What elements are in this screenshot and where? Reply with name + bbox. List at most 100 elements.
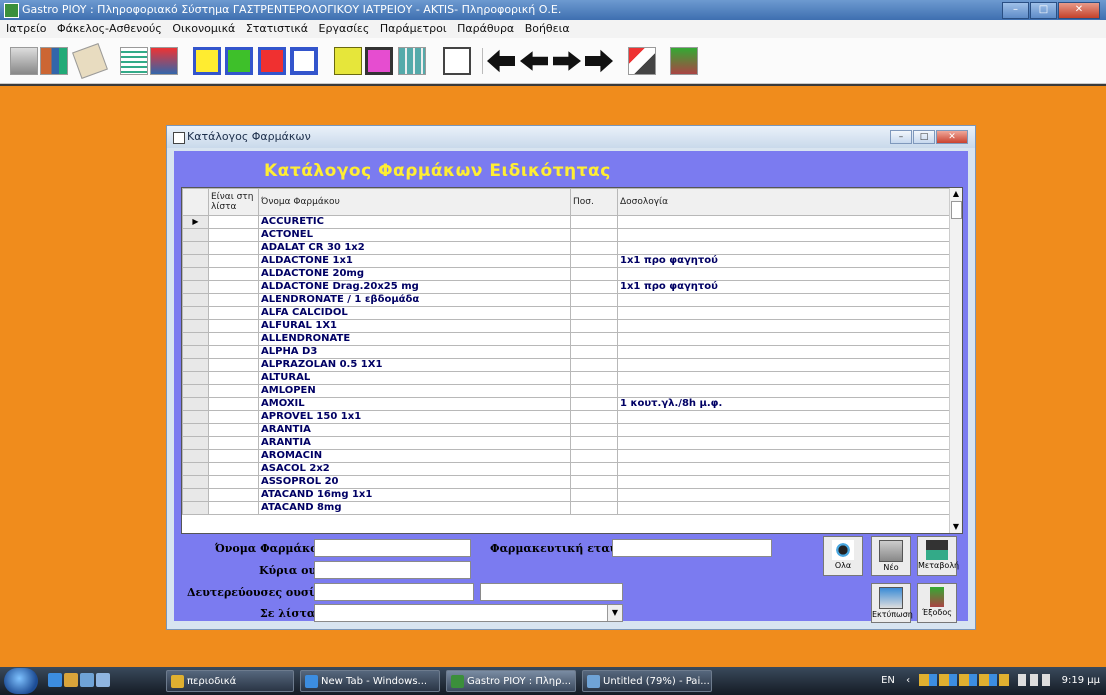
table-row[interactable]: ▶ ACCURETIC xyxy=(182,215,951,229)
clinic-icon[interactable] xyxy=(150,47,178,75)
drug-name-cell[interactable]: APROVEL 150 1x1 xyxy=(258,410,571,424)
quantity-cell[interactable] xyxy=(570,410,618,424)
start-button[interactable] xyxy=(4,668,38,694)
quantity-cell[interactable] xyxy=(570,228,618,242)
quantity-cell[interactable] xyxy=(570,280,618,294)
dosage-cell[interactable] xyxy=(617,306,951,320)
in-list-cell[interactable] xyxy=(208,410,259,424)
menu-item-parameters[interactable]: Παράμετροι xyxy=(380,22,447,35)
switch-windows-quicklaunch-icon[interactable] xyxy=(96,673,110,687)
media-quicklaunch-icon[interactable] xyxy=(64,673,78,687)
quantity-cell[interactable] xyxy=(570,306,618,320)
dosage-cell[interactable] xyxy=(617,293,951,307)
show-all-button[interactable]: Ολα xyxy=(823,536,863,576)
column-header-dosage[interactable]: Δοσολογία xyxy=(617,188,951,216)
in-list-cell[interactable] xyxy=(208,228,259,242)
table-row[interactable]: ACTONEL xyxy=(182,228,951,242)
arrow-last-icon[interactable] xyxy=(585,49,613,73)
in-list-cell[interactable] xyxy=(208,371,259,385)
dosage-cell[interactable] xyxy=(617,228,951,242)
chevron-down-icon[interactable]: ▼ xyxy=(607,605,622,621)
dosage-cell[interactable] xyxy=(617,449,951,463)
maximize-button[interactable]: □ xyxy=(1030,2,1057,19)
quantity-cell[interactable] xyxy=(570,475,618,489)
menu-item-statistics[interactable]: Στατιστικά xyxy=(246,22,308,35)
table-row[interactable]: ALPRAZOLAN 0.5 1X1 xyxy=(182,358,951,372)
table-row[interactable]: ALDACTONE Drag.20x25 mg 1x1 προ φαγητού xyxy=(182,280,951,294)
quantity-cell[interactable] xyxy=(570,215,618,229)
taskbar-item-gastro[interactable]: Gastro PIOY : Πληρ... xyxy=(446,670,576,692)
in-list-cell[interactable] xyxy=(208,384,259,398)
tray-icons[interactable] xyxy=(919,674,1010,686)
drug-name-cell[interactable]: ALLENDRONATE xyxy=(258,332,571,346)
in-list-cell[interactable] xyxy=(208,449,259,463)
company-field[interactable] xyxy=(612,539,772,557)
edit-button[interactable]: Μεταβολή xyxy=(917,536,959,576)
in-list-cell[interactable] xyxy=(208,501,259,515)
in-list-cell[interactable] xyxy=(208,397,259,411)
dosage-cell[interactable] xyxy=(617,358,951,372)
in-list-cell[interactable] xyxy=(208,280,259,294)
menu-item-help[interactable]: Βοήθεια xyxy=(525,22,570,35)
dosage-cell[interactable] xyxy=(617,345,951,359)
dosage-cell[interactable] xyxy=(617,410,951,424)
in-list-cell[interactable] xyxy=(208,293,259,307)
table-row[interactable]: ALLENDRONATE xyxy=(182,332,951,346)
grid-vertical-scrollbar[interactable]: ▲ ▼ xyxy=(949,188,962,533)
column-header-in-list[interactable]: Είναι στη λίστα xyxy=(208,188,259,216)
quantity-cell[interactable] xyxy=(570,423,618,437)
new-button[interactable]: Νέο xyxy=(871,536,911,576)
in-list-cell[interactable] xyxy=(208,345,259,359)
menu-item-patient-file[interactable]: Φάκελος-Ασθενούς xyxy=(57,22,162,35)
dosage-cell[interactable] xyxy=(617,384,951,398)
in-list-cell[interactable] xyxy=(208,241,259,255)
menu-item-windows[interactable]: Παράθυρα xyxy=(457,22,514,35)
in-list-cell[interactable] xyxy=(208,254,259,268)
patients-icon[interactable] xyxy=(40,47,68,75)
quantity-cell[interactable] xyxy=(570,345,618,359)
quantity-cell[interactable] xyxy=(570,384,618,398)
dosage-cell[interactable] xyxy=(617,475,951,489)
quantity-cell[interactable] xyxy=(570,241,618,255)
in-list-cell[interactable] xyxy=(208,462,259,476)
dosage-cell[interactable] xyxy=(617,319,951,333)
quantity-cell[interactable] xyxy=(570,371,618,385)
table-row[interactable]: ATACAND 8mg xyxy=(182,501,951,515)
in-list-cell[interactable] xyxy=(208,306,259,320)
quantity-cell[interactable] xyxy=(570,488,618,502)
calculator-icon[interactable] xyxy=(10,47,38,75)
tray-status-icons[interactable] xyxy=(1018,674,1053,686)
quantity-cell[interactable] xyxy=(570,397,618,411)
pylorus-icon[interactable] xyxy=(334,47,362,75)
exit-door-icon[interactable] xyxy=(670,47,698,75)
drug-name-cell[interactable]: ALENDRONATE / 1 εβδομάδα xyxy=(258,293,571,307)
table-row[interactable]: AROMACIN xyxy=(182,449,951,463)
tray-expand-icon[interactable]: ‹ xyxy=(906,675,910,686)
chart-sheet-icon[interactable] xyxy=(120,47,148,75)
language-indicator[interactable]: EN xyxy=(881,675,895,686)
menu-item-financial[interactable]: Οικονομικά xyxy=(172,22,235,35)
in-list-cell[interactable] xyxy=(208,358,259,372)
table-row[interactable]: AMLOPEN xyxy=(182,384,951,398)
quantity-cell[interactable] xyxy=(570,449,618,463)
minimize-button[interactable]: – xyxy=(1002,2,1029,19)
desktop-quicklaunch-icon[interactable] xyxy=(80,673,94,687)
dosage-cell[interactable]: 1 κουτ.γλ./8h μ.φ. xyxy=(617,397,951,411)
quantity-cell[interactable] xyxy=(570,358,618,372)
monitor-icon[interactable] xyxy=(365,47,393,75)
in-list-cell[interactable] xyxy=(208,436,259,450)
quantity-cell[interactable] xyxy=(570,332,618,346)
main-substance-field[interactable] xyxy=(314,561,471,579)
dosage-cell[interactable]: 1x1 προ φαγητού xyxy=(617,280,951,294)
drug-name-cell[interactable]: ALDACTONE Drag.20x25 mg xyxy=(258,280,571,294)
clock[interactable]: 9:19 μμ xyxy=(1062,675,1100,686)
dosage-cell[interactable] xyxy=(617,462,951,476)
ie-quicklaunch-icon[interactable] xyxy=(48,673,62,687)
table-row[interactable]: ARANTIA xyxy=(182,436,951,450)
quantity-cell[interactable] xyxy=(570,319,618,333)
taskbar-item-paint[interactable]: Untitled (79%) - Pai... xyxy=(582,670,712,692)
scroll-down-arrow-icon[interactable]: ▼ xyxy=(950,521,962,533)
drug-name-cell[interactable]: ALDACTONE 1x1 xyxy=(258,254,571,268)
drug-name-cell[interactable]: ALTURAL xyxy=(258,371,571,385)
dosage-cell[interactable] xyxy=(617,436,951,450)
